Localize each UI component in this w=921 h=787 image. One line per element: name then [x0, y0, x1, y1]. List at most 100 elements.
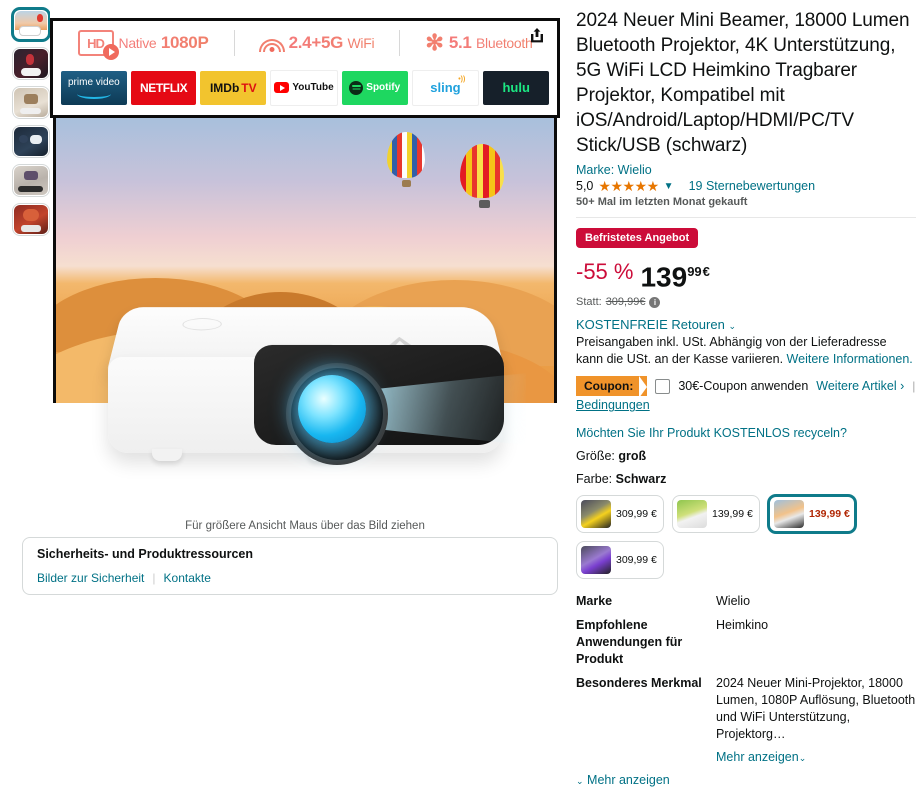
attribute-size: Größe: groß [576, 449, 916, 463]
info-icon[interactable]: i [649, 296, 661, 308]
variant-option-1[interactable]: 309,99 € [576, 495, 664, 534]
coupon-badge: Coupon: [576, 376, 648, 399]
feature-banner: HD Native 1080P 2.4+5G WiFi ✻ 5.1 Blueto… [50, 18, 560, 118]
safety-links: Bilder zur Sicherheit | Kontakte [37, 571, 543, 585]
rating-count-link[interactable]: 19 Sternebewertungen [689, 179, 815, 193]
price-row: -55 % 13999€ [576, 257, 916, 292]
variant-thumbnail-1 [581, 500, 611, 529]
spec-show-more-link[interactable]: Mehr anzeigen⌄ [716, 750, 916, 764]
rating-row: 5,0 ★★★★★ ▼ 19 Sternebewertungen [576, 179, 916, 193]
coupon-terms-link[interactable]: Bedingungen [576, 398, 916, 412]
chevron-down-icon: ⌄ [798, 753, 807, 764]
attribute-color: Farbe: Schwarz [576, 472, 916, 486]
safety-title: Sicherheits- und Produktressourcen [37, 547, 254, 561]
free-returns-label: KOSTENFREIE Retouren [576, 317, 725, 333]
page-show-more-link[interactable]: ⌄ Mehr anzeigen [576, 773, 916, 787]
thumbnail-strip[interactable] [12, 8, 50, 236]
logo-prime-label: prime video [68, 76, 120, 88]
logo-spotify-label: Spotify [366, 82, 401, 93]
spec-show-more-label: Mehr anzeigen [716, 750, 799, 765]
thumbnail-1[interactable] [12, 8, 50, 41]
gallery-column: HD Native 1080P 2.4+5G WiFi ✻ 5.1 Blueto… [0, 0, 570, 704]
was-price-row: Statt: 309,99€ i [576, 296, 916, 308]
logo-hulu: hulu [483, 70, 550, 105]
spec-key-feature: Besonderes Merkmal [576, 676, 702, 691]
logo-netflix: NETFLIX [130, 70, 197, 105]
logo-youtube: YouTube [270, 69, 338, 106]
logo-youtube-label: YouTube [292, 82, 334, 93]
spec-key-brand: Marke [576, 594, 613, 609]
main-product-image[interactable]: HD Native 1080P 2.4+5G WiFi ✻ 5.1 Blueto… [50, 10, 560, 515]
variant-swatches: 309,99 € 139,99 € 139,99 € 309,99 € [576, 495, 876, 580]
thumbnail-6[interactable] [12, 203, 50, 236]
projector-product [106, 295, 526, 465]
price-whole: 139 [640, 261, 688, 293]
price-amount: 13999€ [640, 257, 709, 292]
spec-value-feature: 2024 Neuer Mini-Projektor, 18000 Lumen, … [716, 676, 916, 742]
coupon-row: Coupon: 30€-Coupon anwenden Weitere Arti… [576, 376, 916, 399]
variant-thumbnail-3 [774, 500, 804, 529]
thumbnail-2[interactable] [12, 47, 50, 80]
product-info-column: 2024 Neuer Mini Beamer, 18000 Lumen Blue… [576, 8, 916, 787]
feature-bt-bold: 5.1 [448, 33, 472, 52]
feature-wifi-bold: 2.4+5G [288, 33, 344, 52]
recycle-link[interactable]: Möchten Sie Ihr Produkt KOSTENLOS recyce… [576, 426, 916, 440]
spec-key-usage: Empfohlene Anwendungen für Produkt [576, 618, 683, 667]
was-label: Statt: [576, 296, 602, 309]
share-icon[interactable] [524, 22, 550, 48]
coupon-checkbox[interactable] [655, 378, 671, 394]
logo-imdb-tv: IMDb TV [200, 70, 267, 105]
variant-option-3[interactable]: 139,99 € [768, 495, 856, 534]
free-returns-link[interactable]: KOSTENFREIE Retouren ⌄ [576, 317, 916, 332]
thumbnail-3[interactable] [12, 86, 50, 119]
attribute-size-value: groß [618, 449, 647, 464]
divider [576, 217, 916, 218]
safety-link-images[interactable]: Bilder zur Sicherheit [37, 571, 144, 585]
price-cents: 99 [687, 264, 702, 279]
attribute-color-key: Farbe: [576, 472, 613, 487]
variant-option-4[interactable]: 309,99 € [576, 541, 664, 580]
price-currency: € [702, 264, 710, 279]
discount-percent: -55 % [576, 259, 634, 284]
spotify-icon [349, 80, 364, 95]
streaming-logo-row: prime video NETFLIX IMDb TV YouTube Spoti… [53, 65, 557, 115]
tax-note: Preisangaben inkl. USt. Abhängig von der… [576, 334, 916, 368]
variant-price-3: 139,99 € [809, 508, 850, 521]
more-items-link[interactable]: Weitere Artikel › [816, 379, 904, 393]
bluetooth-icon: ✻ [425, 30, 444, 55]
safety-link-contacts[interactable]: Kontakte [164, 571, 211, 585]
feature-wifi-light: WiFi [347, 35, 375, 51]
more-items-label: Weitere Artikel [816, 379, 897, 394]
variant-option-2[interactable]: 139,99 € [672, 495, 760, 534]
tax-info-link[interactable]: Weitere Informationen. [787, 352, 913, 366]
zoom-hint: Für größere Ansicht Maus über das Bild z… [185, 520, 425, 532]
hd-play-icon: HD [77, 30, 119, 60]
thumbnail-4[interactable] [12, 125, 50, 158]
feature-1080p-bold: 1080P [160, 33, 209, 52]
feature-row: HD Native 1080P 2.4+5G WiFi ✻ 5.1 Blueto… [53, 21, 557, 65]
hot-air-balloon-blue [386, 132, 425, 188]
banner-divider-1 [233, 30, 235, 56]
chevron-down-icon: ⌄ [728, 321, 736, 332]
page-show-more-label: Mehr anzeigen [587, 773, 670, 787]
wifi-icon [258, 34, 285, 52]
coupon-label: 30€-Coupon anwenden [678, 379, 809, 394]
page-title: 2024 Neuer Mini Beamer, 18000 Lumen Blue… [576, 10, 910, 156]
youtube-play-icon [274, 82, 290, 93]
was-price: 309,99€ [605, 296, 646, 309]
variant-price-1: 309,99 € [616, 508, 657, 521]
feature-1080p: HD Native 1080P [77, 30, 209, 60]
variant-thumbnail-2 [677, 500, 707, 529]
table-row: Besonderes Merkmal 2024 Neuer Mini-Proje… [576, 675, 916, 743]
thumbnail-5[interactable] [12, 164, 50, 197]
feature-1080p-light: Native [118, 35, 157, 51]
brand-link[interactable]: Marke: Wielio [576, 163, 916, 177]
chevron-down-icon[interactable]: ▼ [664, 181, 674, 192]
variant-thumbnail-4 [581, 546, 611, 575]
logo-sling: •)) sling [411, 69, 480, 106]
chevron-down-icon: ⌄ [576, 776, 584, 787]
feature-bluetooth: ✻ 5.1 Bluetooth [425, 32, 532, 54]
logo-spotify: Spotify [341, 70, 408, 105]
safety-link-separator: | [152, 571, 156, 585]
star-icon: ★★★★★ [598, 178, 659, 194]
